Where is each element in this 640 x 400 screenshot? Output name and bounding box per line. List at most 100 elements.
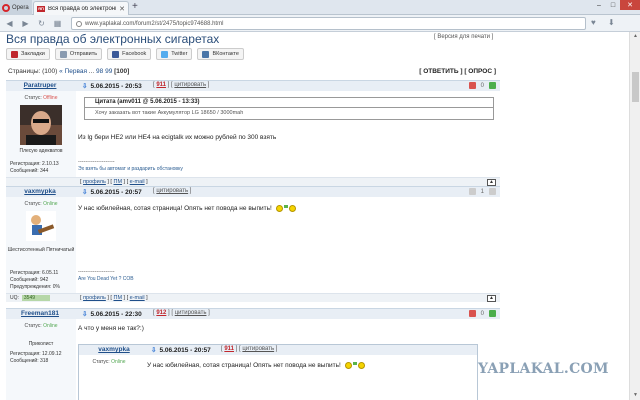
reply-poll-actions[interactable]: [ ОТВЕТИТЬ ] [ ОПРОС ]	[419, 68, 496, 75]
rate-plus-icon[interactable]	[489, 188, 496, 195]
scroll-top-icon[interactable]: ▲	[487, 179, 496, 186]
post-header: vaxmypka ⇩ 5.06.2015 - 20:57 [ цитировать…	[6, 187, 500, 197]
post-author[interactable]: vaxmypka	[10, 188, 70, 195]
share-twitter-button[interactable]: Twitter	[156, 48, 193, 60]
avatar-caption: Плесую адекватов	[19, 148, 63, 154]
post-link-icon[interactable]: ⇩	[151, 347, 156, 354]
forum-post: vaxmypka ⇩ 5.06.2015 - 20:57 [ цитировать…	[6, 186, 500, 302]
post-footer: UQ: 3549 [ профиль ] [ ПМ ] [ e-mail ] ▲	[6, 293, 500, 302]
vertical-scrollbar[interactable]: ▲ ▼	[629, 32, 640, 400]
url-input[interactable]: www.yaplakal.com/forum2/st/2475/topic974…	[71, 17, 586, 30]
tab-title: Вся правда об электронн...	[48, 5, 117, 12]
uq-bar: 3549	[21, 295, 50, 301]
post-rating: 0	[468, 310, 496, 317]
pm-link[interactable]: ПМ	[113, 295, 122, 301]
close-window-icon[interactable]: ✕	[620, 0, 640, 10]
nested-post-author[interactable]: vaxmypka	[89, 346, 139, 353]
new-tab-button[interactable]: +	[132, 1, 138, 13]
cite-link[interactable]: цитировать	[175, 310, 207, 316]
share-send-button[interactable]: Отправить	[54, 48, 103, 60]
cite-link[interactable]: цитировать	[174, 82, 206, 88]
rating-value: 0	[480, 310, 484, 317]
download-icon[interactable]: ⬇	[608, 18, 615, 27]
quote-block: Цитата (amv011 @ 5.06.2015 - 13:33) Хочу…	[84, 97, 494, 120]
post-text: А что у меня не так?:)	[78, 325, 144, 332]
rate-plus-icon[interactable]	[489, 310, 496, 317]
site-watermark: YAPLAKAL.COM	[478, 361, 609, 377]
post-rating: 1	[468, 188, 496, 195]
pm-link[interactable]: ПМ	[113, 179, 122, 185]
url-text: www.yaplakal.com/forum2/st/2475/topic974…	[85, 20, 224, 27]
twitter-icon	[161, 50, 169, 58]
forum-post: Paratruper ⇩ 5.06.2015 - 20:53 [ 911 ] [ …	[6, 80, 500, 186]
opera-menu-button[interactable]: Opera	[0, 0, 32, 15]
rate-minus-icon[interactable]	[468, 188, 476, 195]
user-status: Статус: Online	[24, 201, 58, 207]
opera-logo-icon	[2, 3, 10, 12]
post-link-icon[interactable]: ⇩	[82, 83, 87, 90]
facebook-icon	[112, 50, 120, 58]
profile-link[interactable]: профиль	[83, 179, 106, 185]
nested-post-header: vaxmypka ⇩ 5.06.2015 - 20:57 [ 911 ] [ ци…	[79, 345, 477, 355]
share-vk-button[interactable]: ВКонтакте	[197, 48, 244, 60]
email-link[interactable]: e-mail	[130, 295, 145, 301]
avatar[interactable]	[26, 211, 56, 241]
minimize-icon[interactable]: –	[592, 0, 606, 10]
post-author[interactable]: Paratruper	[10, 82, 70, 89]
print-version-link[interactable]: [ Версия для печати ]	[434, 34, 493, 40]
topic-title: Вся правда об электронных сигаретах	[6, 32, 220, 46]
page-first-link[interactable]: « Первая	[59, 68, 87, 75]
post-number-link[interactable]: 912	[156, 310, 166, 316]
speed-dial-icon[interactable]: ▦	[52, 18, 63, 29]
browser-tab[interactable]: ЯП Вся правда об электронн... ✕	[33, 1, 129, 15]
pages-ellipsis: ...	[88, 68, 95, 75]
pagination: Страницы: (100) « Первая ... 98 99 [100]	[8, 68, 129, 75]
rate-minus-icon[interactable]	[468, 310, 476, 317]
post-number-link[interactable]: 911	[156, 82, 166, 88]
post-text: У нас юбилейная, сотая страница! Опять н…	[78, 205, 296, 212]
avatar[interactable]	[20, 105, 62, 145]
nested-post-text: У нас юбилейная, сотая страница! Опять н…	[147, 362, 365, 369]
share-facebook-button[interactable]: Facebook	[107, 48, 152, 60]
back-icon[interactable]: ◀	[4, 18, 15, 29]
post-link-icon[interactable]: ⇩	[82, 189, 87, 196]
scroll-down-icon[interactable]: ▼	[631, 391, 640, 400]
scroll-up-icon[interactable]: ▲	[631, 32, 640, 41]
post-date: ⇩ 5.06.2015 - 22:30	[82, 311, 142, 318]
reload-icon[interactable]: ↻	[36, 18, 47, 29]
share-bookmarks-button[interactable]: Закладки	[6, 48, 50, 60]
scroll-thumb[interactable]	[632, 72, 639, 102]
post-number: [ 912 ] [ цитировать ]	[153, 310, 210, 316]
post-link-icon[interactable]: ⇩	[82, 311, 87, 318]
vk-icon	[202, 50, 210, 58]
post-header: Freeman181 ⇩ 5.06.2015 - 22:30 [ 912 ] [ …	[6, 309, 500, 319]
post-sidebar: Статус: Online Приколист Регистрация: 12…	[6, 319, 76, 400]
nested-post-number-link[interactable]: 911	[224, 346, 234, 352]
pages-label: Страницы:	[8, 68, 41, 75]
nested-cite-link[interactable]: цитировать	[242, 346, 274, 352]
post-text: Из lg бери HE2 или HE4 на ecigtalk их мо…	[78, 134, 277, 141]
page-link-99[interactable]: 99	[105, 68, 112, 75]
nested-post-date: ⇩ 5.06.2015 - 20:57	[151, 347, 211, 354]
email-link[interactable]: e-mail	[130, 179, 145, 185]
page-link-98[interactable]: 98	[96, 68, 103, 75]
share-toolbar: Закладки Отправить Facebook Twitter ВКон…	[6, 48, 244, 62]
maximize-icon[interactable]: □	[606, 0, 620, 10]
rate-plus-icon[interactable]	[489, 82, 496, 89]
forum-post: Freeman181 ⇩ 5.06.2015 - 22:30 [ 912 ] [ …	[6, 308, 500, 400]
site-favicon-icon: ЯП	[37, 5, 45, 12]
profile-link[interactable]: профиль	[83, 295, 106, 301]
post-sidebar: Статус: Online Шестисотенный Пятничатый …	[6, 197, 76, 293]
rate-minus-icon[interactable]	[468, 82, 476, 89]
uq-rating: UQ: 3549	[10, 295, 50, 301]
scroll-top-icon[interactable]: ▲	[487, 295, 496, 302]
bookmark-heart-icon[interactable]: ♥	[591, 18, 596, 27]
post-author[interactable]: Freeman181	[10, 310, 70, 317]
avatar-caption: Приколист	[28, 341, 54, 347]
forward-icon[interactable]: ▶	[20, 18, 31, 29]
nested-user-status: Статус: Online	[92, 359, 126, 365]
cite-link[interactable]: цитировать	[156, 188, 188, 194]
tab-close-icon[interactable]: ✕	[119, 5, 125, 13]
post-rating: 0	[468, 82, 496, 89]
quote-body: Хочу заказать вот такие Аккумулятор LG 1…	[95, 110, 244, 116]
